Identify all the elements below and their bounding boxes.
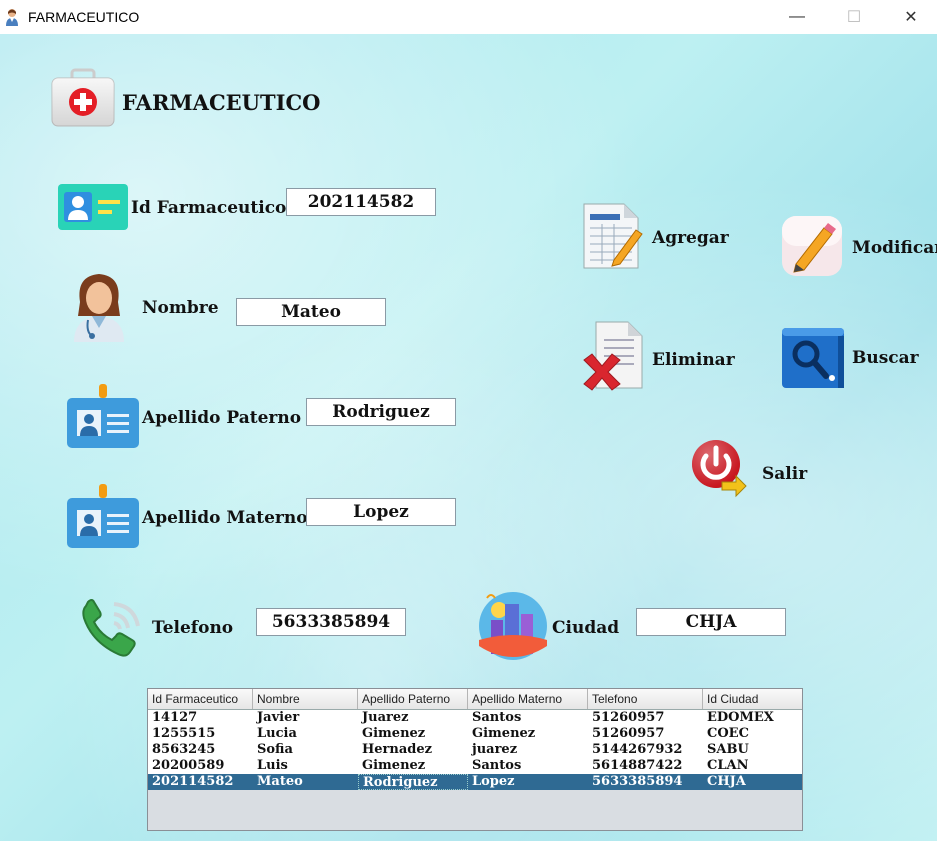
table-cell: Gimenez: [362, 726, 426, 741]
table-cell: 202114582: [152, 774, 234, 789]
badge-icon: [67, 384, 139, 448]
spreadsheet-add-icon: [583, 203, 643, 269]
close-button[interactable]: ✕: [883, 0, 937, 34]
table-cell: Juarez: [362, 710, 409, 725]
column-header[interactable]: Id Farmaceutico: [148, 689, 253, 709]
column-header[interactable]: Apellido Paterno: [358, 689, 468, 709]
table-header: Id Farmaceutico Nombre Apellido Paterno …: [148, 689, 802, 710]
main-panel: FARMACEUTICO Id Farmaceutico 202114582 N…: [0, 34, 937, 841]
minimize-button[interactable]: —: [769, 0, 825, 34]
buscar-label: Buscar: [852, 348, 919, 368]
table-cell: Lopez: [472, 774, 515, 789]
ciudad-label: Ciudad: [552, 618, 620, 638]
table-cell: Mateo: [257, 774, 303, 789]
buscar-button[interactable]: Buscar: [780, 324, 920, 390]
id-farmaceutico-label: Id Farmaceutico: [131, 198, 287, 218]
search-folder-icon: [782, 328, 844, 388]
table-row[interactable]: 20200589 Luis Gimenez Santos 5614887422 …: [148, 758, 802, 774]
table-cell: 20200589: [152, 758, 225, 773]
apellido-paterno-label: Apellido Paterno: [142, 408, 302, 428]
agregar-label: Agregar: [652, 228, 729, 248]
badge-icon: [67, 484, 139, 548]
minimize-icon: —: [789, 8, 805, 25]
table-cell: CLAN: [707, 758, 749, 773]
table-cell: 5144267932: [592, 742, 683, 757]
eliminar-label: Eliminar: [652, 350, 735, 370]
phone-icon: [82, 599, 140, 657]
farmaceutico-table[interactable]: Id Farmaceutico Nombre Apellido Paterno …: [147, 688, 803, 831]
table-cell: Lucia: [257, 726, 297, 741]
table-cell: EDOMEX: [707, 710, 774, 725]
table-cell: Gimenez: [362, 758, 426, 773]
nombre-label: Nombre: [142, 298, 219, 318]
first-aid-kit-icon: [51, 68, 115, 127]
maximize-button[interactable]: ☐: [826, 0, 882, 34]
pencil-edit-icon: [782, 216, 842, 276]
close-icon: ✕: [904, 9, 918, 26]
power-exit-icon: [692, 440, 747, 498]
apellido-materno-label: Apellido Materno: [142, 508, 308, 528]
modificar-label: Modificar: [852, 238, 937, 258]
salir-label: Salir: [762, 464, 808, 484]
window-titlebar: FARMACEUTICO — ☐ ✕: [0, 0, 937, 34]
table-cell: 51260957: [592, 710, 665, 725]
city-icon: [479, 592, 547, 660]
table-cell: Gimenez: [472, 726, 536, 741]
window-title: FARMACEUTICO: [28, 9, 140, 25]
table-cell: SABU: [707, 742, 749, 757]
table-cell: 5614887422: [592, 758, 683, 773]
modificar-button[interactable]: Modificar: [780, 214, 937, 278]
table-cell: juarez: [472, 742, 518, 757]
table-cell: 5633385894: [592, 774, 683, 789]
column-header[interactable]: Id Ciudad: [703, 689, 802, 709]
table-row[interactable]: 14127 Javier Juarez Santos 51260957 EDOM…: [148, 710, 802, 726]
id-farmaceutico-field[interactable]: 202114582: [286, 188, 436, 216]
table-cell: 14127: [152, 710, 198, 725]
table-cell-focused: Rodriguez: [358, 774, 468, 790]
table-cell: Luis: [257, 758, 288, 773]
delete-document-icon: [583, 321, 643, 391]
salir-button[interactable]: Salir: [690, 438, 810, 498]
doctor-avatar-icon: [74, 274, 124, 342]
eliminar-button[interactable]: Eliminar: [580, 320, 735, 392]
apellido-paterno-field[interactable]: Rodriguez: [306, 398, 456, 426]
table-row[interactable]: 8563245 Sofia Hernadez juarez 5144267932…: [148, 742, 802, 758]
page-title: FARMACEUTICO: [122, 90, 321, 115]
table-cell: 8563245: [152, 742, 216, 757]
table-row[interactable]: 1255515 Lucia Gimenez Gimenez 51260957 C…: [148, 726, 802, 742]
column-header[interactable]: Telefono: [588, 689, 703, 709]
table-cell: CHJA: [707, 774, 746, 789]
table-cell: Sofia: [257, 742, 293, 757]
pharmacist-app-icon: [6, 9, 18, 26]
ciudad-field[interactable]: CHJA: [636, 608, 786, 636]
telefono-field[interactable]: 5633385894: [256, 608, 406, 636]
column-header[interactable]: Apellido Materno: [468, 689, 588, 709]
table-cell: Santos: [472, 758, 522, 773]
maximize-icon: ☐: [846, 9, 862, 26]
table-cell: Hernadez: [362, 742, 433, 757]
nombre-field[interactable]: Mateo: [236, 298, 386, 326]
table-cell: Santos: [472, 710, 522, 725]
apellido-materno-field[interactable]: Lopez: [306, 498, 456, 526]
table-cell: COEC: [707, 726, 749, 741]
table-cell: 51260957: [592, 726, 665, 741]
table-cell: 1255515: [152, 726, 216, 741]
agregar-button[interactable]: Agregar: [580, 200, 729, 270]
table-row-selected[interactable]: 202114582 Mateo Rodriguez Lopez 56333858…: [148, 774, 802, 790]
table-cell: Javier: [257, 710, 300, 725]
column-header[interactable]: Nombre: [253, 689, 358, 709]
telefono-label: Telefono: [152, 618, 234, 638]
id-card-icon: [58, 184, 128, 230]
